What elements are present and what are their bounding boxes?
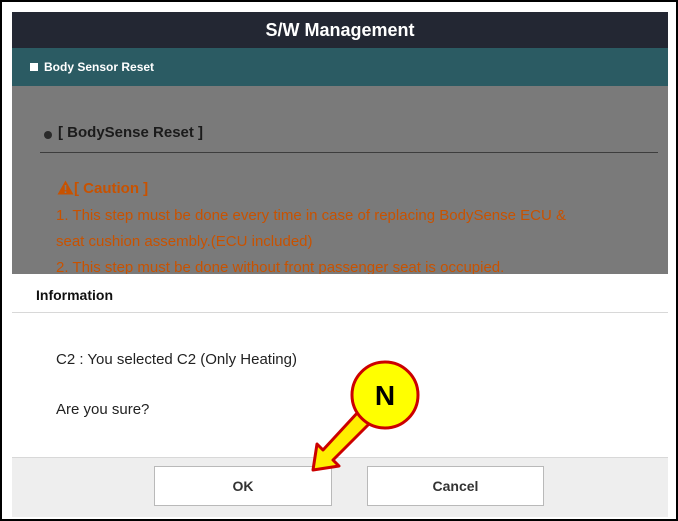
annotation-marker-label: N bbox=[375, 380, 395, 411]
app-window: S/W Management Body Sensor Reset [ BodyS… bbox=[0, 0, 678, 521]
annotation-overlay: N bbox=[311, 360, 420, 472]
